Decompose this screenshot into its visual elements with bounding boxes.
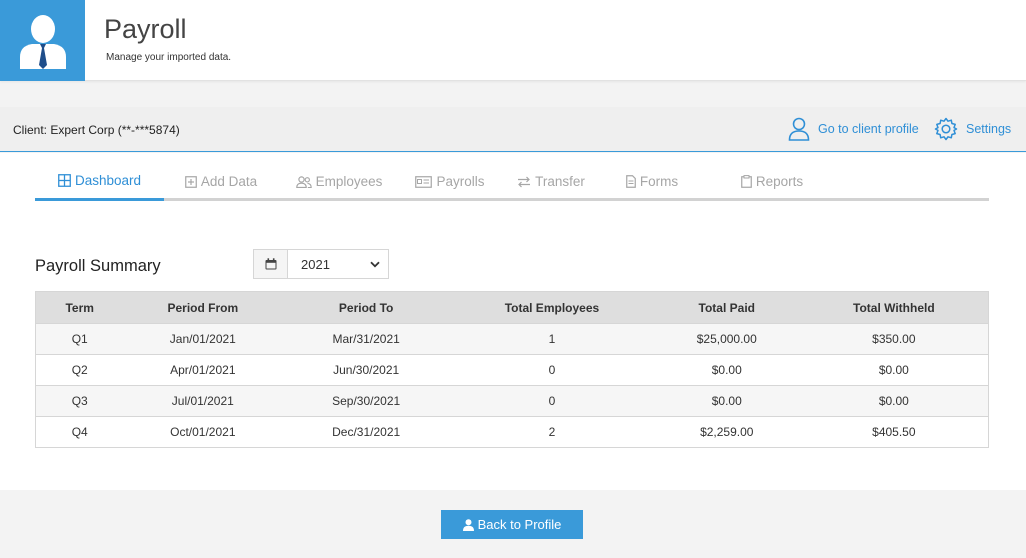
main-content: Dashboard Add Data Employees Payrolls Tr… — [0, 153, 1026, 490]
table-row: Q3 Jul/01/2021 Sep/30/2021 0 $0.00 $0.00 — [35, 385, 989, 417]
grid-icon — [58, 173, 71, 187]
tab-dashboard-label: Dashboard — [74, 172, 142, 188]
table-row: Q4 Oct/01/2021 Dec/31/2021 2 $2,259.00 $… — [35, 416, 989, 448]
clipboard-icon — [741, 175, 752, 188]
tab-payrolls-label: Payrolls — [436, 174, 485, 189]
column-header-period-from: Period From — [123, 291, 283, 324]
payroll-summary-table: Term Period From Period To Total Employe… — [35, 291, 989, 448]
table-row: Q2 Apr/01/2021 Jun/30/2021 0 $0.00 $0.00 — [35, 354, 989, 386]
page-header: Payroll Manage your imported data. — [0, 0, 1026, 81]
cell-period-to: Dec/31/2021 — [282, 416, 451, 448]
tab-payrolls[interactable]: Payrolls — [400, 162, 500, 201]
column-header-total-withheld: Total Withheld — [799, 291, 989, 324]
column-header-total-employees: Total Employees — [450, 291, 654, 324]
page-title: Payroll — [104, 14, 187, 44]
year-value: 2021 — [301, 256, 330, 272]
year-dropdown[interactable]: 2021 — [288, 250, 388, 278]
cell-total-employees: 0 — [450, 385, 654, 417]
calendar-icon — [254, 250, 288, 278]
cell-total-paid: $25,000.00 — [653, 323, 800, 355]
table-row: Q1 Jan/01/2021 Mar/31/2021 1 $25,000.00 … — [35, 323, 989, 355]
column-header-term: Term — [35, 291, 124, 324]
cell-total-employees: 0 — [450, 354, 654, 386]
settings-label: Settings — [966, 122, 1012, 136]
go-to-client-profile-label: Go to client profile — [818, 122, 919, 136]
cell-period-from: Jul/01/2021 — [123, 385, 283, 417]
tab-reports[interactable]: Reports — [702, 162, 842, 201]
cell-total-withheld: $0.00 — [799, 385, 989, 417]
column-header-period-to: Period To — [282, 291, 451, 324]
cell-total-paid: $2,259.00 — [653, 416, 800, 448]
cell-term: Q2 — [35, 354, 124, 386]
users-icon — [295, 175, 312, 188]
cell-period-to: Jun/30/2021 — [282, 354, 451, 386]
cell-term: Q3 — [35, 385, 124, 417]
client-bar: Client: Expert Corp (**-***5874) Go to c… — [0, 107, 1026, 152]
cell-period-to: Mar/31/2021 — [282, 323, 451, 355]
payroll-summary-title: Payroll Summary — [35, 257, 161, 275]
avatar — [0, 0, 85, 81]
tab-add-data-label: Add Data — [200, 174, 258, 189]
settings-link[interactable]: Settings — [934, 117, 1011, 141]
exchange-icon — [518, 176, 531, 187]
go-to-client-profile-link[interactable]: Go to client profile — [788, 117, 919, 141]
cell-total-employees: 1 — [450, 323, 654, 355]
cell-period-from: Jan/01/2021 — [123, 323, 283, 355]
column-header-total-paid: Total Paid — [653, 291, 800, 324]
back-to-profile-label: Back to Profile — [477, 517, 562, 532]
tab-reports-label: Reports — [755, 174, 804, 189]
cell-term: Q1 — [35, 323, 124, 355]
tab-forms-label: Forms — [639, 174, 679, 189]
cell-total-withheld: $350.00 — [799, 323, 989, 355]
chevron-down-icon — [370, 261, 380, 267]
user-tie-icon — [20, 15, 66, 69]
user-icon — [462, 518, 474, 531]
cell-period-from: Oct/01/2021 — [123, 416, 283, 448]
page-subtitle: Manage your imported data. — [106, 52, 232, 63]
id-card-icon — [415, 175, 433, 188]
cell-period-to: Sep/30/2021 — [282, 385, 451, 417]
plus-square-icon — [184, 175, 197, 188]
tab-employees-label: Employees — [315, 174, 383, 189]
tab-dashboard[interactable]: Dashboard — [35, 162, 164, 201]
cell-total-withheld: $0.00 — [799, 354, 989, 386]
tab-transfer-label: Transfer — [535, 174, 585, 189]
year-select[interactable]: 2021 — [253, 249, 389, 279]
cell-term: Q4 — [35, 416, 124, 448]
file-icon — [626, 175, 636, 188]
tab-forms[interactable]: Forms — [602, 162, 702, 201]
cell-total-employees: 2 — [450, 416, 654, 448]
user-outline-icon — [788, 117, 810, 141]
cell-total-withheld: $405.50 — [799, 416, 989, 448]
cell-total-paid: $0.00 — [653, 385, 800, 417]
cell-period-from: Apr/01/2021 — [123, 354, 283, 386]
tab-add-data[interactable]: Add Data — [164, 162, 278, 201]
client-label: Client: Expert Corp (**-***5874) — [13, 123, 180, 137]
back-to-profile-button[interactable]: Back to Profile — [441, 510, 583, 539]
tab-employees[interactable]: Employees — [278, 162, 400, 201]
tab-transfer[interactable]: Transfer — [500, 162, 602, 201]
gear-icon — [934, 117, 958, 141]
table-header-row: Term Period From Period To Total Employe… — [35, 291, 989, 324]
page-footer: Back to Profile — [0, 490, 1026, 558]
cell-total-paid: $0.00 — [653, 354, 800, 386]
tab-bar: Dashboard Add Data Employees Payrolls Tr… — [35, 162, 989, 201]
